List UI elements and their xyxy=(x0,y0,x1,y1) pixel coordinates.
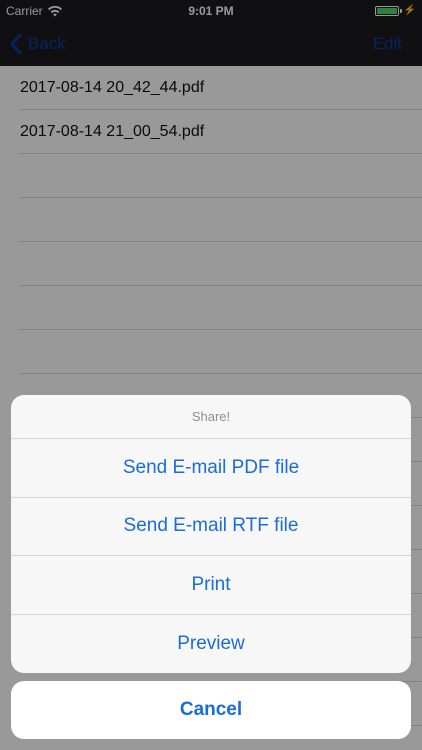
action-sheet-title: Share! xyxy=(11,395,411,439)
print-button[interactable]: Print xyxy=(11,556,411,615)
send-email-pdf-button[interactable]: Send E-mail PDF file xyxy=(11,439,411,498)
send-email-rtf-button[interactable]: Send E-mail RTF file xyxy=(11,498,411,556)
cancel-button[interactable]: Cancel xyxy=(11,681,411,739)
share-action-sheet: Share! Send E-mail PDF file Send E-mail … xyxy=(11,395,411,673)
preview-button[interactable]: Preview xyxy=(11,615,411,674)
